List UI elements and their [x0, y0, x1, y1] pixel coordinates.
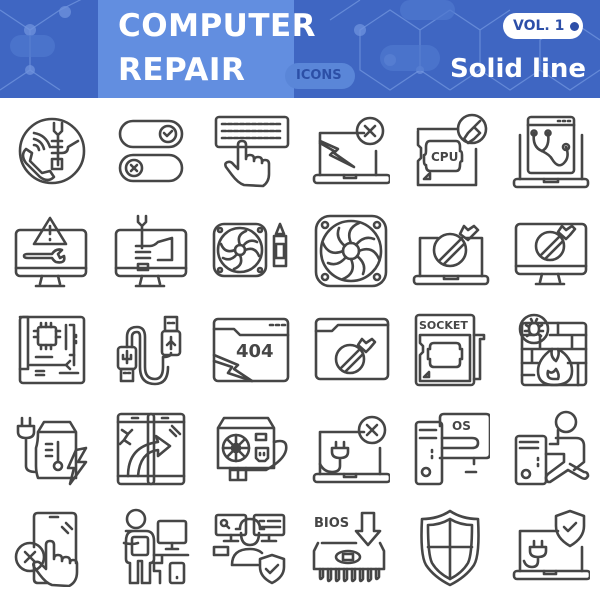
laptop-diagnostics-icon — [512, 115, 590, 189]
technician-at-workstation-icon — [122, 508, 190, 585]
phone-screen-replacement-icon — [116, 412, 186, 486]
monitor-warning-repair-icon — [14, 216, 88, 288]
firewall-virus-icon — [518, 313, 588, 387]
icon-cell: SOCKET — [400, 303, 500, 402]
laptop-power-protected-icon — [512, 509, 590, 581]
icon-cell — [200, 402, 300, 501]
icons-label: ICONS — [296, 68, 342, 83]
bios-label: BIOS — [314, 516, 349, 531]
icon-cell: BIOS — [300, 501, 400, 600]
usb-cable-icon — [116, 315, 182, 386]
icon-cell — [300, 303, 400, 402]
icon-cell — [500, 303, 600, 402]
icon-cell — [200, 105, 300, 204]
icon-cell — [200, 501, 300, 600]
motherboard-icon — [18, 315, 86, 385]
icon-cell — [0, 402, 100, 501]
icon-cell: CPU — [400, 105, 500, 204]
phone-repair-support-icon — [18, 117, 86, 185]
icon-cell — [500, 402, 600, 501]
toggle-switches-icon — [118, 119, 184, 183]
cooling-fan-icon — [314, 214, 388, 288]
laptop-power-error-icon — [312, 415, 390, 484]
icon-cell — [500, 204, 600, 303]
security-shield-icon — [420, 509, 480, 587]
cpu-repair-icon: CPU — [416, 113, 488, 187]
technician-with-pc-icon — [514, 410, 590, 486]
icon-cell — [0, 501, 100, 600]
laptop-repair-icon — [412, 224, 490, 286]
icon-cell — [0, 204, 100, 303]
laptop-broken-error-icon — [312, 116, 390, 185]
phone-touch-error-icon — [14, 511, 79, 587]
pc-os-install-icon: OS — [414, 412, 490, 486]
icon-grid: CPU 404 SOCKET OS BIOS — [0, 105, 600, 600]
power-supply-overheat-icon — [16, 416, 88, 486]
cpu-socket-icon: SOCKET — [414, 313, 486, 387]
browser-404-error-icon: 404 — [212, 317, 290, 383]
icon-cell — [0, 105, 100, 204]
icon-cell — [0, 303, 100, 402]
icon-cell — [300, 204, 400, 303]
badge-dot-icon — [570, 21, 580, 31]
icon-cell — [300, 105, 400, 204]
icon-cell — [100, 105, 200, 204]
bios-update-icon: BIOS — [312, 511, 386, 583]
icon-cell — [400, 204, 500, 303]
power-supply-unit-icon — [216, 416, 288, 482]
icon-cell — [100, 402, 200, 501]
volume-badge: VOL. 1 — [503, 13, 583, 39]
icon-cell — [100, 501, 200, 600]
icon-cell — [100, 204, 200, 303]
os-label: OS — [452, 419, 471, 433]
monitor-hand-wrench-icon — [114, 214, 188, 288]
icon-cell — [200, 204, 300, 303]
icon-cell — [100, 303, 200, 402]
browser-repair-icon — [314, 317, 390, 381]
fan-and-lubricant-icon — [212, 222, 288, 278]
keyboard-touch-icon — [214, 115, 290, 188]
style-label: Solid line — [449, 54, 586, 84]
icon-cell: OS — [400, 402, 500, 501]
error-404-label: 404 — [236, 341, 274, 362]
header-banner: COMPUTER REPAIR ICONS VOL. 1 Solid line — [0, 0, 600, 98]
remote-support-engineer-icon — [212, 513, 286, 585]
pack-title-line-2: REPAIR — [118, 52, 246, 88]
monitor-repair-icon — [514, 222, 588, 286]
icon-cell — [500, 105, 600, 204]
cpu-label: CPU — [431, 150, 458, 164]
icon-cell — [300, 402, 400, 501]
icon-cell — [400, 501, 500, 600]
volume-label: VOL. 1 — [513, 18, 565, 34]
icon-cell: 404 — [200, 303, 300, 402]
icon-cell — [500, 501, 600, 600]
socket-label: SOCKET — [419, 319, 468, 332]
pack-title-line-1: COMPUTER — [118, 8, 317, 44]
